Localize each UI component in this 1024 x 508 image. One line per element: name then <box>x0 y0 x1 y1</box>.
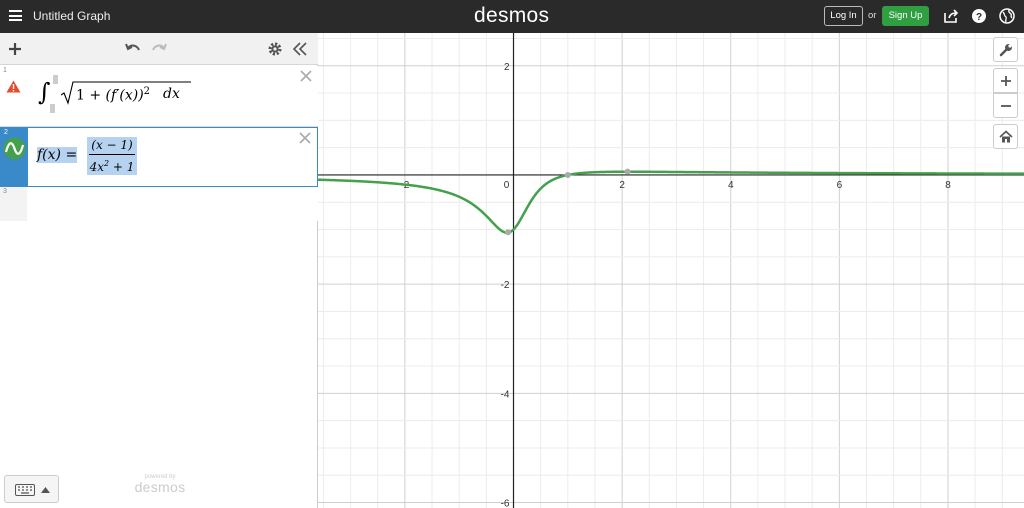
zoom-out-icon <box>1001 105 1011 107</box>
x-tick-label: 8 <box>945 180 951 191</box>
sqrt-one-plus: 1 + <box>76 87 106 104</box>
denominator: 4x2 + 1 <box>87 155 137 176</box>
expression-gutter: 1 <box>0 66 27 126</box>
graph-curve-icon[interactable] <box>3 137 26 160</box>
f-prime-term: (f′(x)) <box>105 87 144 104</box>
svg-text:?: ? <box>976 12 982 23</box>
settings-icon[interactable] <box>266 40 284 58</box>
home-icon <box>999 130 1013 143</box>
desmos-logo: desmos <box>474 4 550 27</box>
lower-limit-placeholder[interactable] <box>50 104 55 113</box>
expression-row-empty[interactable]: 3 <box>0 187 318 221</box>
y-tick-label: -2 <box>501 280 510 291</box>
integral-symbol: ∫ <box>38 78 51 106</box>
signup-button[interactable]: Sign Up <box>882 6 929 26</box>
graph-title[interactable]: Untitled Graph <box>33 9 110 23</box>
language-icon[interactable] <box>999 8 1015 24</box>
help-icon[interactable]: ? <box>971 8 987 24</box>
expression-panel: 1 ∫ 1 + (f′(x))2 dx 2 f(x) = (x − 1) 4x2… <box>0 33 318 508</box>
top-bar: Untitled Graph desmos Log In or Sign Up … <box>0 0 1024 33</box>
fraction: (x − 1) 4x2 + 1 <box>87 137 137 175</box>
undo-icon[interactable] <box>124 40 142 58</box>
denominator-tail: + 1 <box>109 160 135 174</box>
x-tick-label: 2 <box>619 180 625 191</box>
numerator: (x − 1) <box>91 138 133 152</box>
close-icon[interactable] <box>300 70 312 82</box>
menu-icon[interactable] <box>9 10 22 21</box>
wrench-icon <box>999 44 1012 57</box>
warning-icon[interactable] <box>6 80 21 93</box>
y-tick-label: 2 <box>504 62 510 73</box>
zoom-in-button[interactable] <box>993 68 1018 93</box>
y-tick-label: -4 <box>501 389 510 400</box>
expression-gutter: 3 <box>0 187 27 221</box>
x-tick-label: 6 <box>837 180 843 191</box>
point-of-interest <box>624 168 631 175</box>
powered-by-logo: desmos <box>134 479 186 495</box>
expression-number: 3 <box>3 188 7 195</box>
home-button[interactable] <box>993 124 1018 149</box>
dx-term: dx <box>163 86 180 102</box>
point-of-interest <box>564 171 571 178</box>
redo-icon[interactable] <box>150 40 168 58</box>
or-label: or <box>868 10 877 21</box>
graph-canvas[interactable]: -2 0 2 4 6 82-2-4-6 <box>318 33 1024 508</box>
y-tick-label: -6 <box>501 499 510 508</box>
x-tick-label: 0 <box>504 180 510 191</box>
expression-row[interactable]: 1 ∫ 1 + (f′(x))2 dx <box>0 66 318 127</box>
expression-row-selected[interactable]: 2 f(x) = (x − 1) 4x2 + 1 <box>0 127 318 187</box>
exponent: 2 <box>143 86 151 97</box>
zoom-out-button[interactable] <box>993 93 1018 118</box>
share-icon[interactable] <box>943 8 959 24</box>
panel-header <box>0 33 318 65</box>
expression-number: 2 <box>4 129 8 136</box>
login-button[interactable]: Log In <box>824 6 863 26</box>
keyboard-icon <box>15 484 35 496</box>
point-of-interest <box>505 229 512 236</box>
zoom-in-icon <box>1001 76 1011 86</box>
function-lhs: f(x) = <box>37 147 78 163</box>
keyboard-toggle-button[interactable] <box>4 475 59 503</box>
graph-settings-button[interactable] <box>993 37 1018 62</box>
expression-number: 1 <box>3 67 7 74</box>
close-icon[interactable] <box>299 132 311 144</box>
denominator-base: 4x <box>89 160 104 174</box>
collapse-icon[interactable] <box>291 40 309 58</box>
expression-gutter: 2 <box>1 128 28 186</box>
powered-by-desmos[interactable]: powered by desmos <box>130 474 190 495</box>
x-tick-label: 4 <box>728 180 734 191</box>
caret-up-icon <box>41 487 50 493</box>
add-icon[interactable] <box>6 40 24 58</box>
upper-limit-placeholder[interactable] <box>53 75 58 84</box>
